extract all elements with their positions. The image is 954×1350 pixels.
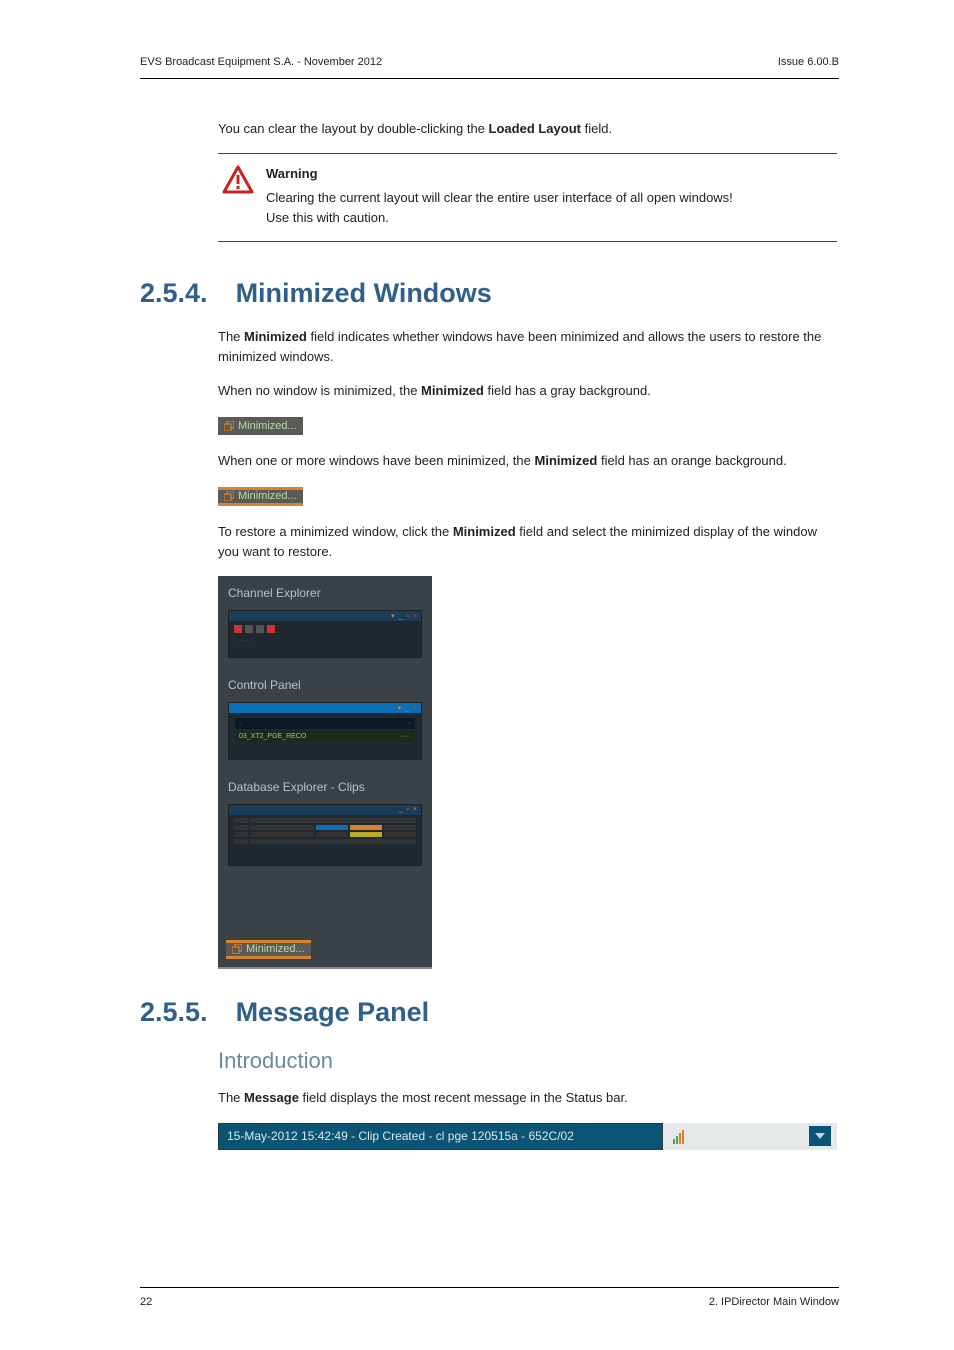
minimized-popup-screenshot: Channel Explorer ▾ _ ▫ × · ·· · · Contro… — [218, 576, 432, 969]
intro-pre: You can clear the layout by double-click… — [218, 121, 489, 136]
p254-2: When no window is minimized, the Minimiz… — [218, 381, 837, 401]
section-number-255: 2.5.5. — [140, 997, 208, 1028]
popup-thumb-control-panel: ▾ _ × ·· 03_XT2_PGE_RECO····· — [228, 702, 422, 760]
p254-4: To restore a minimized window, click the… — [218, 522, 837, 562]
signal-icon — [673, 1128, 685, 1144]
message-bar-screenshot: 15-May-2012 15:42:49 - Clip Created - cl… — [218, 1123, 837, 1150]
minimized-badge-orange-label: Minimized... — [238, 490, 297, 502]
subsection-title-introduction: Introduction — [218, 1048, 837, 1074]
restore-icon — [224, 491, 234, 501]
header-left: EVS Broadcast Equipment S.A. - November … — [140, 56, 382, 68]
section-number-254: 2.5.4. — [140, 278, 208, 309]
popup-thumb-channel-explorer: ▾ _ ▫ × · ·· · · — [228, 610, 422, 658]
p254-3: When one or more windows have been minim… — [218, 451, 837, 471]
section-title-254: Minimized Windows — [236, 278, 492, 309]
restore-icon — [232, 944, 242, 954]
popup-footer-badge-label: Minimized... — [246, 943, 305, 955]
popup-label-database-explorer: Database Explorer - Clips — [218, 770, 432, 800]
popup-label-control-panel: Control Panel — [218, 668, 432, 698]
minimized-badge-gray: Minimized... — [218, 417, 303, 435]
intro-paragraph: You can clear the layout by double-click… — [218, 119, 837, 139]
p254-1: The Minimized field indicates whether wi… — [218, 327, 837, 367]
minimized-badge-gray-label: Minimized... — [238, 420, 297, 432]
footer-chapter: 2. IPDirector Main Window — [709, 1296, 839, 1308]
popup-footer-badge: Minimized... — [226, 940, 311, 959]
popup-label-channel-explorer: Channel Explorer — [218, 576, 432, 606]
warning-title: Warning — [266, 164, 733, 184]
warning-box: Warning Clearing the current layout will… — [218, 153, 837, 241]
page-number: 22 — [140, 1296, 152, 1308]
warning-icon — [222, 164, 254, 228]
warning-line1: Clearing the current layout will clear t… — [266, 190, 733, 205]
popup-thumb-line: 03_XT2_PGE_RECO — [239, 733, 306, 740]
restore-icon — [224, 421, 234, 431]
p255-1: The Message field displays the most rece… — [218, 1088, 837, 1108]
warning-line2: Use this with caution. — [266, 210, 389, 225]
intro-post: field. — [581, 121, 612, 136]
dropdown-button — [809, 1126, 831, 1146]
section-title-255: Message Panel — [236, 997, 430, 1028]
popup-thumb-database-explorer: _ ▫ × — [228, 804, 422, 866]
header-right: Issue 6.00.B — [778, 56, 839, 68]
intro-bold: Loaded Layout — [489, 121, 581, 136]
message-text: 15-May-2012 15:42:49 - Clip Created - cl… — [218, 1123, 663, 1150]
minimized-badge-orange: Minimized... — [218, 487, 303, 506]
